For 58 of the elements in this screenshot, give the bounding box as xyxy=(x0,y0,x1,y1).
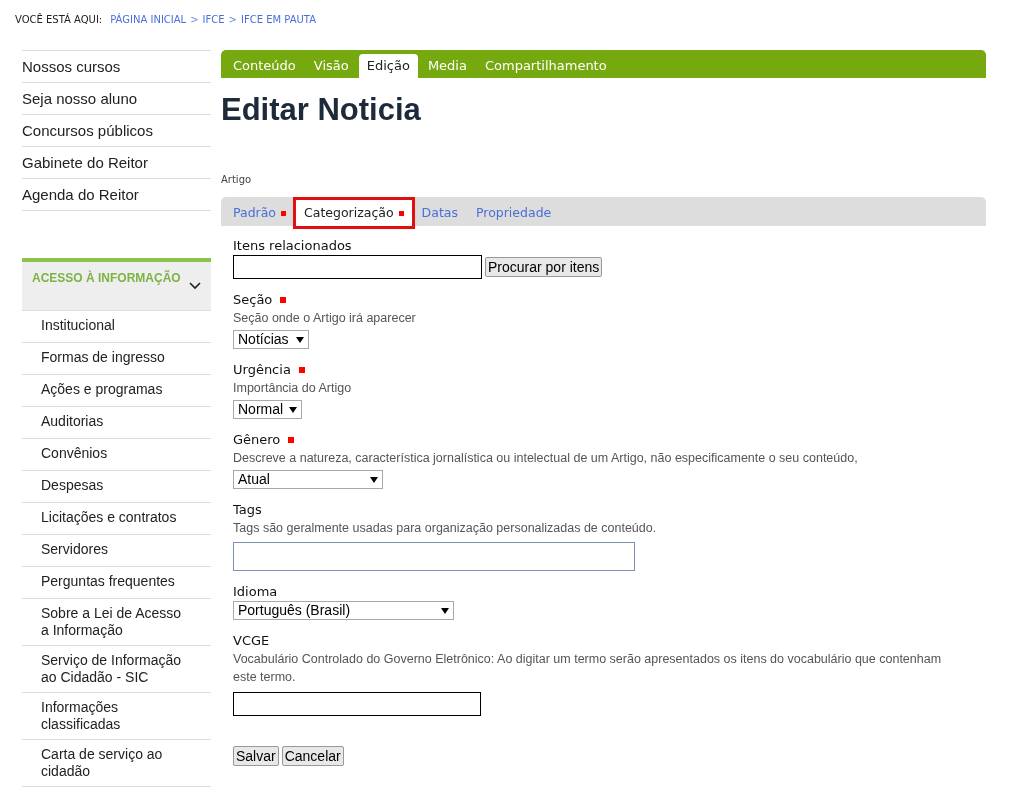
sidebar-link[interactable]: Carta de serviço ao cidadão xyxy=(22,740,211,787)
dropdown-arrow-icon xyxy=(289,406,297,413)
sidebar-link[interactable]: Informações classificadas xyxy=(22,693,211,740)
breadcrumb-link[interactable]: IFCE EM PAUTA xyxy=(241,12,317,27)
field-label: Seção xyxy=(233,291,273,309)
breadcrumb-label: VOCÊ ESTÁ AQUI: xyxy=(15,12,103,27)
breadcrumb-link[interactable]: PÁGINA INICIAL xyxy=(110,12,187,27)
sidebar-link[interactable]: Auditorias xyxy=(22,407,211,439)
field-help-text: Descreve a natureza, característica jornalística ou intelectual de um Artigo, não especificamente o seu conteúdo, xyxy=(233,450,859,467)
content-tab[interactable]: Edição xyxy=(358,54,418,78)
sidebar-link[interactable]: Servidores xyxy=(22,535,211,567)
dropdown-select[interactable]: Atual xyxy=(233,470,383,489)
vcge-input[interactable] xyxy=(233,692,481,716)
sidebar-link[interactable]: Serviço de Informação ao Cidadão - SIC xyxy=(22,646,211,693)
search-items-button[interactable]: Procurar por itens xyxy=(485,257,603,277)
field-label: VCGE xyxy=(233,632,270,650)
breadcrumb-separator: > xyxy=(228,13,237,27)
breadcrumb-link[interactable]: IFCE xyxy=(202,12,225,27)
sidebar-link[interactable]: Licitações e contratos xyxy=(22,503,211,535)
required-marker-icon xyxy=(288,437,295,443)
dropdown-arrow-icon xyxy=(296,336,304,343)
field-help-text: Vocabulário Controlado do Governo Eletrônico: Ao digitar um termo serão apresentados os itens do vocabulário que contenham este termo. xyxy=(233,651,943,686)
dropdown-arrow-icon xyxy=(441,607,449,614)
field-label: Idioma xyxy=(233,583,278,601)
sidebar-link[interactable]: Agenda do Reitor xyxy=(22,179,211,211)
sidebar-link[interactable]: Despesas xyxy=(22,471,211,503)
field-help-text: Importância do Artigo xyxy=(233,380,353,397)
field-label: Itens relacionados xyxy=(233,237,352,255)
field-label: Tags xyxy=(233,501,262,519)
form-button[interactable]: Cancelar xyxy=(281,746,344,766)
page-title: Editar Noticia xyxy=(221,92,422,128)
dropdown-select[interactable]: Normal xyxy=(233,400,302,419)
form-button[interactable]: Salvar xyxy=(233,746,279,766)
field-label: Urgência xyxy=(233,361,291,379)
sidebar-link[interactable]: Convênios xyxy=(22,439,211,471)
field-help-text: Tags são geralmente usadas para organização personalizadas de conteúdo. xyxy=(233,520,658,537)
tags-input[interactable] xyxy=(233,542,635,571)
sidebar-link[interactable]: Nossos cursos xyxy=(22,51,211,83)
sidebar-link[interactable]: Institucional xyxy=(22,311,211,343)
required-marker-icon xyxy=(298,367,305,373)
dropdown-select[interactable]: Notícias xyxy=(233,330,309,349)
content-type-label: Artigo xyxy=(221,173,253,187)
sidebar-link[interactable]: Sobre a Lei de Acesso a Informação xyxy=(22,599,211,646)
form-tab[interactable]: Categorização xyxy=(296,200,412,226)
sidebar-link[interactable]: Concursos públicos xyxy=(22,115,211,147)
sidebar-link[interactable]: Ações e programas xyxy=(22,375,211,407)
dropdown-arrow-icon xyxy=(370,476,378,483)
dropdown-select[interactable]: Português (Brasil) xyxy=(233,601,454,620)
required-marker-icon xyxy=(280,297,287,303)
form-tab[interactable]: Datas xyxy=(413,200,466,226)
sidebar-link[interactable]: Formas de ingresso xyxy=(22,343,211,375)
breadcrumb-separator: > xyxy=(190,13,199,27)
field-label: Gênero xyxy=(233,431,281,449)
related-items-input[interactable] xyxy=(233,255,482,279)
sidebar-link[interactable]: Gabinete do Reitor xyxy=(22,147,211,179)
field-help-text: Seção onde o Artigo irá aparecer xyxy=(233,310,417,327)
sidebar-link[interactable]: Seja nosso aluno xyxy=(22,83,211,115)
sidebar-link[interactable]: Perguntas frequentes xyxy=(22,567,211,599)
